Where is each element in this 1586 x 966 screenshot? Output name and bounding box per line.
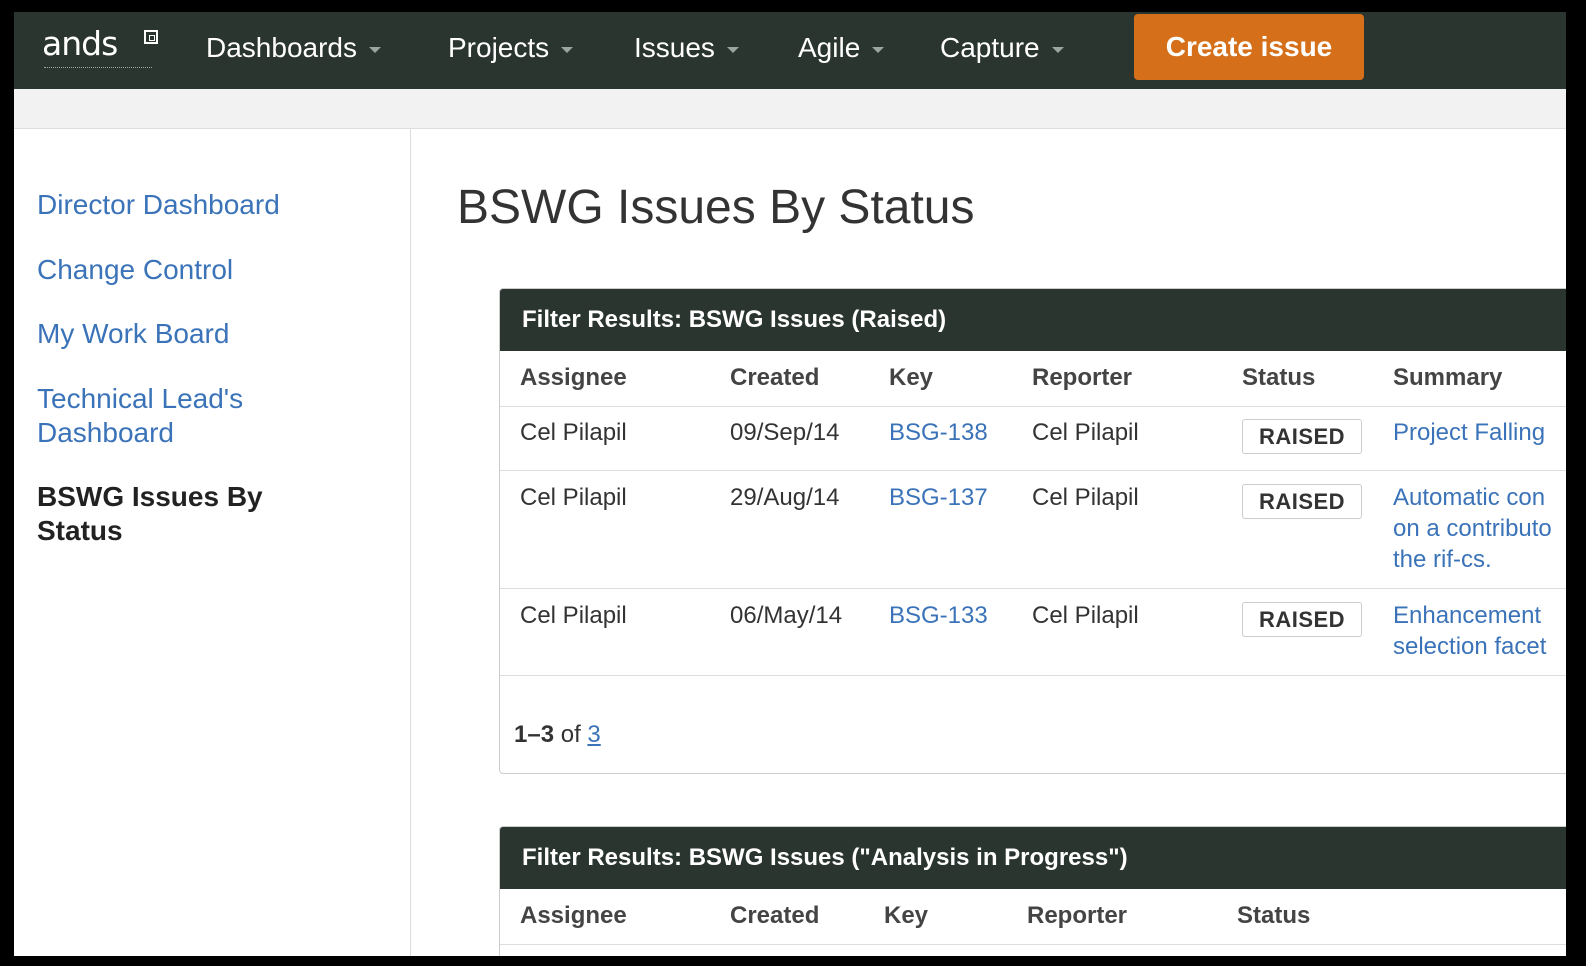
- chevron-down-icon: [368, 46, 381, 53]
- row-divider: [500, 944, 1566, 945]
- sub-header-bar: [14, 89, 1566, 129]
- filter-results-panel-analysis: Filter Results: BSWG Issues ("Analysis i…: [499, 826, 1566, 956]
- assignee-cell: Cel Pilapil: [520, 602, 627, 629]
- issue-key-link[interactable]: BSG-137: [889, 482, 988, 513]
- created-cell: 29/Aug/14: [730, 484, 840, 511]
- issue-key-link[interactable]: BSG-138: [889, 417, 988, 448]
- sidebar-item-change-control[interactable]: Change Control: [37, 253, 377, 287]
- nav-capture[interactable]: Capture: [940, 28, 1064, 68]
- pager-range: 1–3: [514, 721, 555, 748]
- top-navigation-bar: ands Dashboards Projects Issues Agile Ca…: [14, 12, 1566, 89]
- panel-title: Filter Results: BSWG Issues (Raised): [500, 289, 1566, 351]
- pagination: 1–3 of 3: [514, 721, 601, 749]
- nav-projects-label: Projects: [448, 32, 550, 63]
- nav-issues-label: Issues: [634, 32, 715, 63]
- chevron-down-icon: [1051, 46, 1064, 53]
- app-window: ands Dashboards Projects Issues Agile Ca…: [14, 12, 1566, 956]
- nav-dashboards-label: Dashboards: [206, 32, 357, 63]
- row-divider: [500, 406, 1566, 407]
- logo-tagline: [44, 67, 152, 71]
- reporter-cell: Cel Pilapil: [1032, 484, 1139, 511]
- sidebar-item-director-dashboard[interactable]: Director Dashboard: [37, 188, 377, 222]
- column-header-summary[interactable]: Summary: [1393, 364, 1502, 392]
- status-badge: RAISED: [1242, 484, 1362, 519]
- chevron-down-icon: [872, 46, 885, 53]
- dashboard-sidebar: Director Dashboard Change Control My Wor…: [14, 129, 411, 956]
- chevron-down-icon: [726, 46, 739, 53]
- nav-issues[interactable]: Issues: [634, 28, 739, 68]
- status-badge: RAISED: [1242, 419, 1362, 454]
- panel-title: Filter Results: BSWG Issues ("Analysis i…: [500, 827, 1566, 889]
- summary-link[interactable]: Automatic con on a contributo the rif-cs…: [1393, 482, 1566, 575]
- nav-projects[interactable]: Projects: [448, 28, 574, 68]
- row-divider: [500, 675, 1566, 676]
- nav-agile[interactable]: Agile: [798, 28, 885, 68]
- create-issue-button[interactable]: Create issue: [1134, 14, 1364, 80]
- pager-of: of: [560, 721, 581, 748]
- chevron-down-icon: [561, 46, 574, 53]
- assignee-cell: Cel Pilapil: [520, 484, 627, 511]
- column-header-assignee[interactable]: Assignee: [520, 364, 627, 392]
- column-header-assignee[interactable]: Assignee: [520, 902, 627, 930]
- logo-square-icon: [144, 30, 158, 44]
- column-header-reporter[interactable]: Reporter: [1027, 902, 1127, 930]
- created-cell: 09/Sep/14: [730, 419, 840, 446]
- assignee-cell: Cel Pilapil: [520, 419, 627, 446]
- reporter-cell: Cel Pilapil: [1032, 602, 1139, 629]
- issue-key-link[interactable]: BSG-133: [889, 600, 988, 631]
- sidebar-item-technical-leads-dashboard[interactable]: Technical Lead's Dashboard: [37, 382, 297, 450]
- nav-capture-label: Capture: [940, 32, 1040, 63]
- column-header-reporter[interactable]: Reporter: [1032, 364, 1132, 392]
- column-header-created[interactable]: Created: [730, 902, 819, 930]
- column-header-status[interactable]: Status: [1237, 902, 1310, 930]
- row-divider: [500, 588, 1566, 589]
- created-cell: 06/May/14: [730, 602, 843, 629]
- column-header-created[interactable]: Created: [730, 364, 819, 392]
- reporter-cell: Cel Pilapil: [1032, 419, 1139, 446]
- summary-link[interactable]: Project Falling: [1393, 417, 1566, 448]
- nav-dashboards[interactable]: Dashboards: [206, 28, 381, 68]
- ands-logo[interactable]: ands: [42, 24, 158, 68]
- sidebar-item-my-work-board[interactable]: My Work Board: [37, 317, 377, 351]
- nav-agile-label: Agile: [798, 32, 861, 63]
- column-header-status[interactable]: Status: [1242, 364, 1315, 392]
- row-divider: [500, 470, 1566, 471]
- status-badge: RAISED: [1242, 602, 1362, 637]
- pager-total-link[interactable]: 3: [587, 721, 600, 748]
- logo-text: ands: [42, 24, 118, 63]
- summary-link[interactable]: Enhancement selection facet: [1393, 600, 1566, 662]
- sidebar-item-bswg-issues-by-status: BSWG Issues By Status: [37, 481, 263, 546]
- column-header-key[interactable]: Key: [884, 902, 928, 930]
- column-header-key[interactable]: Key: [889, 364, 933, 392]
- filter-results-panel-raised: Filter Results: BSWG Issues (Raised) Ass…: [499, 288, 1566, 774]
- page-title: BSWG Issues By Status: [457, 181, 975, 234]
